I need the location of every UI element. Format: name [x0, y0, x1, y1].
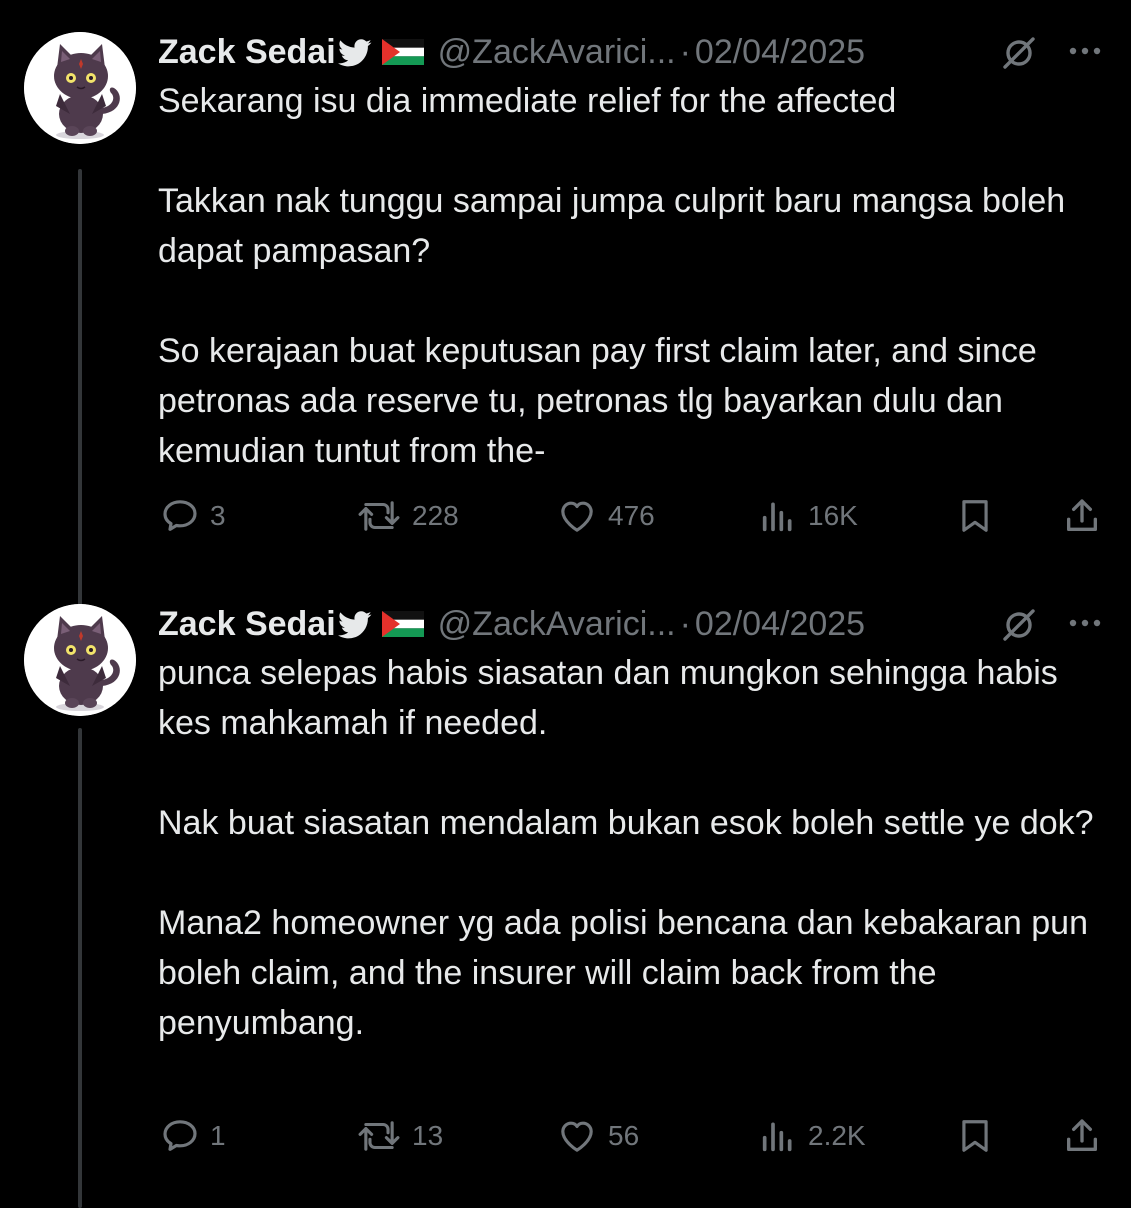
cat-avatar-icon: [24, 604, 136, 716]
author-name[interactable]: Zack Sedai: [158, 33, 336, 72]
more-options-icon[interactable]: [1068, 46, 1102, 56]
views-button[interactable]: 2.2K: [758, 1114, 866, 1158]
reply-count: 1: [210, 1120, 226, 1151]
tweet-paragraph: So kerajaan buat keputusan pay first cla…: [158, 332, 1037, 470]
reply-icon: [163, 500, 197, 531]
views-icon: [762, 1122, 792, 1152]
views-icon: [762, 502, 792, 532]
repost-button[interactable]: 13: [356, 1114, 443, 1158]
reply-button[interactable]: 3: [160, 494, 226, 538]
tweet-paragraph: punca selepas habis siasatan dan mungkon…: [158, 654, 1058, 742]
palestine-flag-icon: [381, 611, 424, 637]
repost-count: 228: [412, 500, 459, 531]
avatar[interactable]: [24, 32, 136, 144]
tweet-actions: 1 13 56 2.2K: [158, 1114, 1108, 1158]
separator-dot: ·: [679, 32, 691, 71]
reply-count: 3: [210, 500, 226, 531]
tweet-paragraph: Sekarang isu dia immediate relief for th…: [158, 82, 897, 120]
heart-icon: [561, 1121, 593, 1152]
like-count: 476: [608, 500, 655, 531]
cat-avatar-icon: [24, 32, 136, 144]
more-options-icon[interactable]: [1068, 618, 1102, 628]
avatar[interactable]: [24, 604, 136, 716]
share-icon: [1067, 499, 1097, 531]
author-handle[interactable]: @ZackAvarici...: [438, 605, 676, 644]
repost-icon: [358, 501, 400, 531]
views-count: 2.2K: [808, 1120, 866, 1151]
palestine-flag-icon: [381, 39, 424, 65]
tweet-paragraph: Mana2 homeowner yg ada polisi bencana da…: [158, 904, 1088, 1042]
grok-icon[interactable]: [1000, 606, 1038, 644]
heart-icon: [561, 501, 593, 532]
like-button[interactable]: 56: [556, 1114, 639, 1158]
tweet-date[interactable]: 02/04/2025: [695, 33, 865, 72]
share-icon: [1067, 1119, 1097, 1151]
bird-icon: [337, 39, 372, 67]
reply-button[interactable]: 1: [160, 1114, 226, 1158]
repost-count: 13: [412, 1120, 444, 1151]
share-button[interactable]: [1062, 1114, 1102, 1158]
views-count: 16K: [808, 500, 858, 531]
repost-icon: [358, 1121, 400, 1151]
separator-dot: ·: [679, 604, 691, 643]
views-button[interactable]: 16K: [758, 494, 858, 538]
bookmark-icon: [962, 1120, 988, 1152]
tweet-text: punca selepas habis siasatan dan mungkon…: [158, 648, 1108, 1048]
author-name[interactable]: Zack Sedai: [158, 605, 336, 644]
bookmark-button[interactable]: [956, 494, 994, 538]
tweet-paragraph: Takkan nak tunggu sampai jumpa culprit b…: [158, 182, 1066, 270]
tweet-date[interactable]: 02/04/2025: [695, 605, 865, 644]
repost-button[interactable]: 228: [356, 494, 459, 538]
bookmark-icon: [962, 500, 988, 532]
tweet-header: Zack Sedai @ZackAvarici... · 02/04/2025: [158, 32, 1108, 72]
author-handle[interactable]: @ZackAvarici...: [438, 33, 676, 72]
share-button[interactable]: [1062, 494, 1102, 538]
bird-icon: [337, 611, 372, 639]
thread-line: [78, 169, 82, 625]
tweet-actions: 3 228 476 16K: [158, 494, 1108, 538]
reply-icon: [163, 1120, 197, 1151]
tweet-header: Zack Sedai @ZackAvarici... · 02/04/2025: [158, 604, 1108, 644]
tweet[interactable]: Zack Sedai @ZackAvarici... · 02/04/2025: [0, 604, 1131, 1208]
thread-line: [78, 728, 82, 1208]
bookmark-button[interactable]: [956, 1114, 994, 1158]
grok-icon[interactable]: [1000, 34, 1038, 72]
like-count: 56: [608, 1120, 640, 1151]
tweet-text: Sekarang isu dia immediate relief for th…: [158, 76, 1108, 476]
tweet[interactable]: Zack Sedai @ZackAvarici... · 02/04/2025: [0, 32, 1131, 625]
like-button[interactable]: 476: [556, 494, 655, 538]
tweet-paragraph: Nak buat siasatan mendalam bukan esok bo…: [158, 804, 1094, 842]
